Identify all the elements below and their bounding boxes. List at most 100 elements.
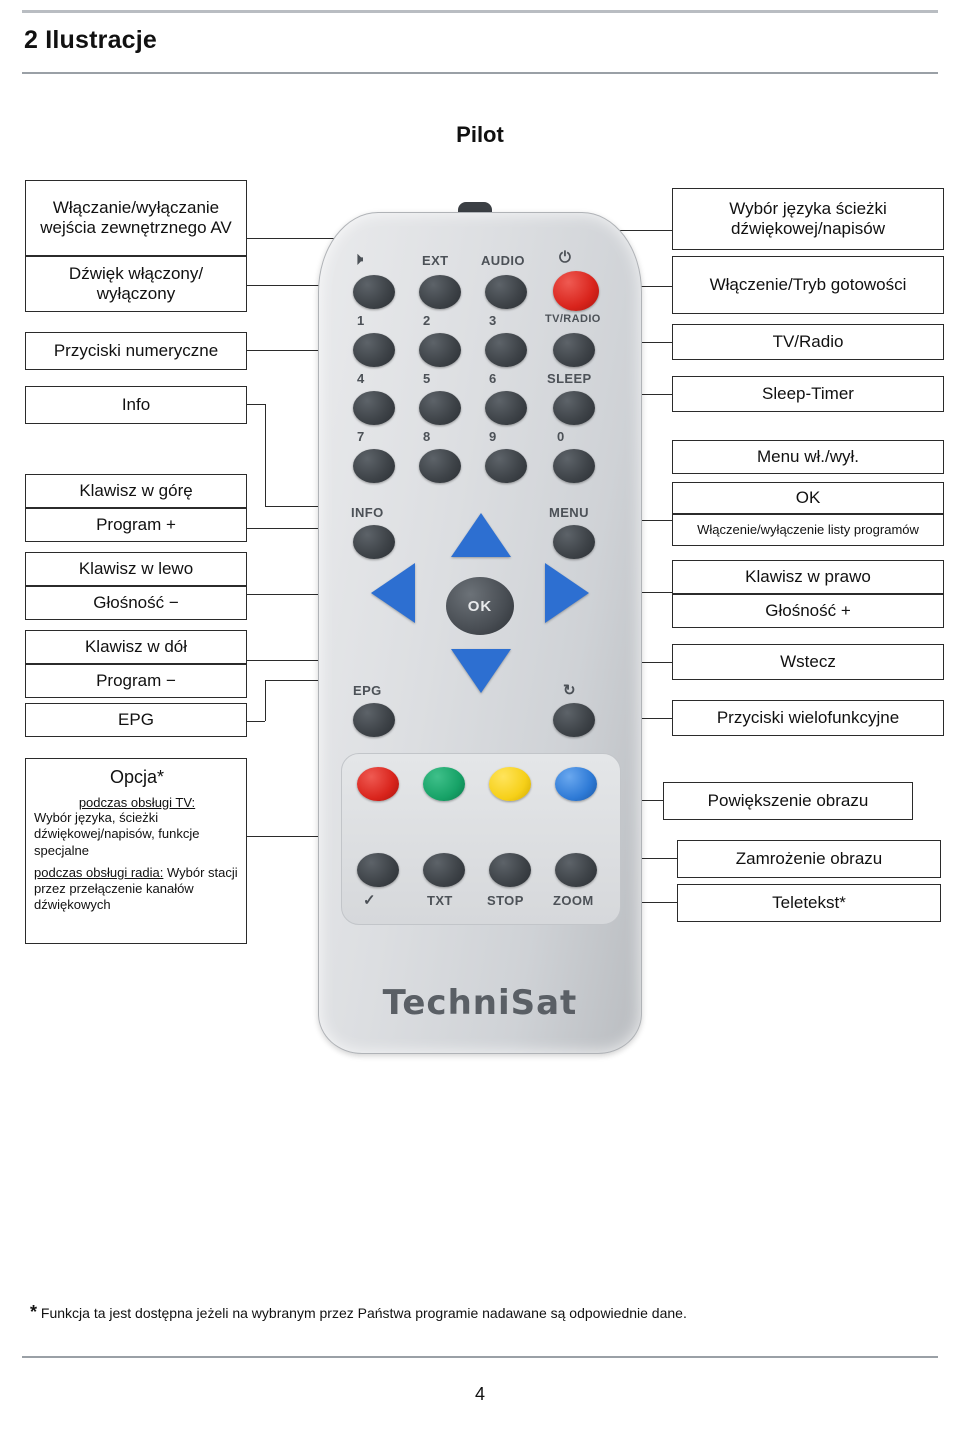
label-option-block: Opcja* podczas obsługi TV: Wybór języka,…	[25, 758, 247, 944]
label-option-title: Opcja*	[109, 767, 165, 787]
remote-tvradio-button	[553, 333, 595, 367]
label-option-radio-heading: podczas obsługi radia:	[34, 864, 164, 880]
remote-key-7	[353, 449, 395, 483]
label-tv-radio: TV/Radio	[672, 324, 944, 360]
remote-key-1	[353, 333, 395, 367]
remote-key-2-label: 2	[423, 313, 431, 328]
label-teletext: Teletekst*	[677, 884, 941, 922]
remote-power-button	[553, 271, 599, 311]
remote-key-2	[419, 333, 461, 367]
remote-key-0	[553, 449, 595, 483]
connector-epg-vert	[265, 680, 266, 721]
remote-illustration: 🕨 EXT AUDIO ⏻ 1 2 3 TV/RADIO 4 5 6 SLEEP…	[300, 180, 660, 1060]
label-menu: Menu wł./wył.	[672, 440, 944, 474]
figure-title-text: Pilot	[456, 122, 504, 147]
label-option-tv-heading: podczas obsługi TV:	[78, 794, 196, 810]
footnote-text: Funkcja ta jest dostępna jeżeli na wybra…	[40, 1305, 687, 1321]
remote-key-1-label: 1	[357, 313, 365, 328]
check-icon: ✓	[363, 892, 376, 909]
remote-key-8	[419, 449, 461, 483]
arrow-left-icon	[371, 563, 415, 623]
remote-sleep-label: SLEEP	[547, 371, 592, 386]
back-arrow-icon: ↻	[563, 682, 576, 699]
label-audio-language: Wybór języka ścieżki dźwiękowej/napisów	[672, 188, 944, 250]
label-key-up: Klawisz w górę	[25, 474, 247, 508]
label-mute: Dźwięk włączony/ wyłączony	[25, 256, 247, 312]
remote-key-5	[419, 391, 461, 425]
remote-stop-button	[489, 853, 531, 887]
remote-ext-label: EXT	[422, 253, 449, 268]
remote-audio-label: AUDIO	[481, 253, 525, 268]
remote-sleep-button	[553, 391, 595, 425]
remote-epg-button	[353, 703, 395, 737]
label-option-radio: podczas obsługi radia: Wybór stacji prze…	[34, 865, 240, 914]
page-title: 2 Ilustracje	[24, 26, 158, 54]
remote-key-3	[485, 333, 527, 367]
label-option-tv-text: Wybór języka, ścieżki dźwiękowej/napisów…	[34, 810, 200, 858]
power-icon: ⏻	[559, 249, 572, 266]
label-info: Info	[25, 386, 247, 424]
remote-mute-button	[353, 275, 395, 309]
mute-icon: 🕨	[353, 251, 364, 268]
remote-key-3-label: 3	[489, 313, 497, 328]
remote-key-7-label: 7	[357, 429, 365, 444]
remote-key-6-label: 6	[489, 371, 497, 386]
arrow-down-icon	[451, 649, 511, 693]
label-key-down: Klawisz w dół	[25, 630, 247, 664]
remote-key-6	[485, 391, 527, 425]
remote-color-green-button	[423, 767, 465, 801]
remote-color-blue-button	[555, 767, 597, 801]
remote-key-5-label: 5	[423, 371, 431, 386]
remote-epg-label: EPG	[353, 683, 382, 698]
page-header: 2 Ilustracje	[0, 0, 960, 78]
label-program-minus: Program −	[25, 664, 247, 698]
label-volume-plus: Głośność +	[672, 594, 944, 628]
label-program-plus: Program +	[25, 508, 247, 542]
label-key-left: Klawisz w lewo	[25, 552, 247, 586]
remote-color-yellow-button	[489, 767, 531, 801]
remote-key-9-label: 9	[489, 429, 497, 444]
page-number: 4	[474, 1384, 485, 1404]
remote-key-4-label: 4	[357, 371, 365, 386]
label-multifunction: Przyciski wielofunkcyjne	[672, 700, 944, 736]
remote-audio-button	[485, 275, 527, 309]
remote-body: 🕨 EXT AUDIO ⏻ 1 2 3 TV/RADIO 4 5 6 SLEEP…	[318, 212, 642, 1054]
arrow-up-icon	[451, 513, 511, 557]
remote-stop-label: STOP	[487, 893, 524, 908]
remote-brand: TechniSat	[382, 983, 578, 1023]
remote-tvradio-label: TV/RADIO	[545, 313, 601, 325]
connector-info	[247, 404, 265, 405]
header-bottom-divider	[22, 72, 938, 74]
label-ok: OK	[672, 482, 944, 514]
remote-color-red-button	[357, 767, 399, 801]
remote-zoom-button	[555, 853, 597, 887]
arrow-right-icon	[545, 563, 589, 623]
label-key-right: Klawisz w prawo	[672, 560, 944, 594]
remote-zoom-label: ZOOM	[553, 893, 594, 908]
remote-txt-button	[423, 853, 465, 887]
remote-dpad: OK	[367, 511, 593, 701]
connector-info-vert	[265, 404, 266, 506]
remote-option-button	[357, 853, 399, 887]
remote-back-button	[553, 703, 595, 737]
connector-epg	[247, 721, 265, 722]
header-top-divider	[22, 10, 938, 13]
footer-divider	[22, 1356, 938, 1358]
label-av-toggle: Włączanie/wyłączanie wejścia zewnętrzneg…	[25, 180, 247, 256]
label-epg: EPG	[25, 703, 247, 737]
label-freeze: Zamrożenie obrazu	[677, 840, 941, 878]
figure-title: Pilot	[0, 122, 960, 148]
footnote-marker: *	[30, 1302, 38, 1322]
label-back: Wstecz	[672, 644, 944, 680]
label-sleep-timer: Sleep-Timer	[672, 376, 944, 412]
remote-key-4	[353, 391, 395, 425]
label-standby: Włączenie/Tryb gotowości	[672, 256, 944, 314]
remote-key-0-label: 0	[557, 429, 565, 444]
remote-ext-button	[419, 275, 461, 309]
label-zoom: Powiększenie obrazu	[663, 782, 913, 820]
footnote: * Funkcja ta jest dostępna jeżeli na wyb…	[30, 1302, 930, 1323]
label-program-list: Włączenie/wyłączenie listy programów	[672, 514, 944, 546]
label-numeric-keys: Przyciski numeryczne	[25, 332, 247, 370]
remote-key-8-label: 8	[423, 429, 431, 444]
remote-ok-button: OK	[446, 577, 514, 635]
